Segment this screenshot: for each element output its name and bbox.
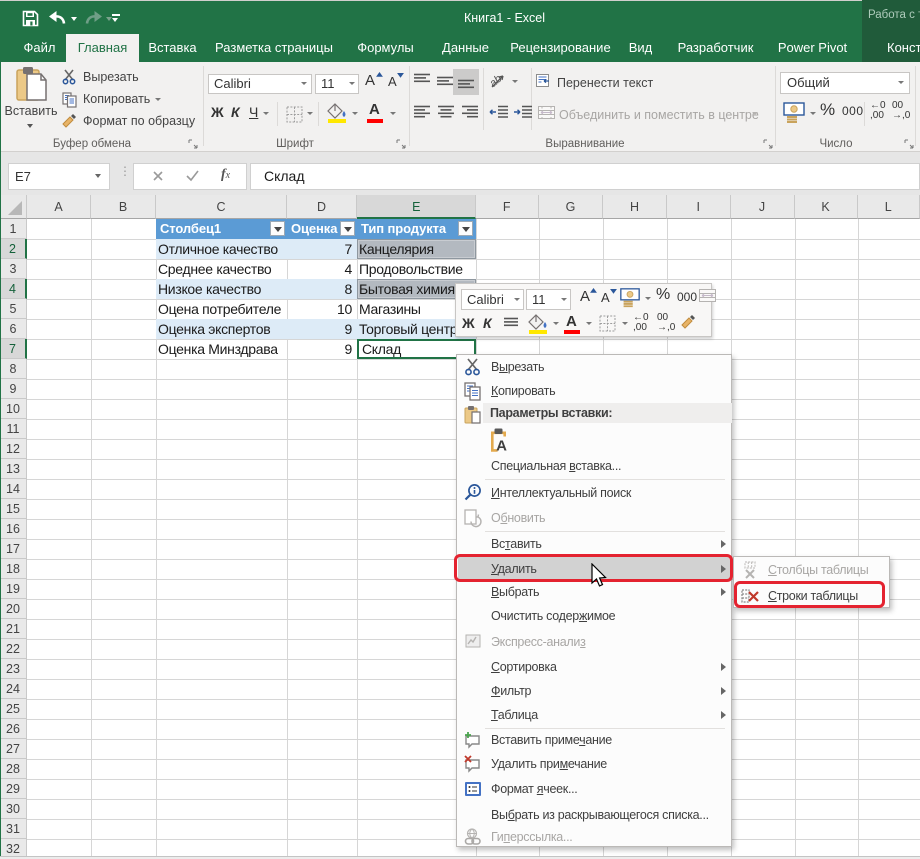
svg-text:A: A xyxy=(496,438,507,453)
svg-text:ab: ab xyxy=(489,73,504,90)
